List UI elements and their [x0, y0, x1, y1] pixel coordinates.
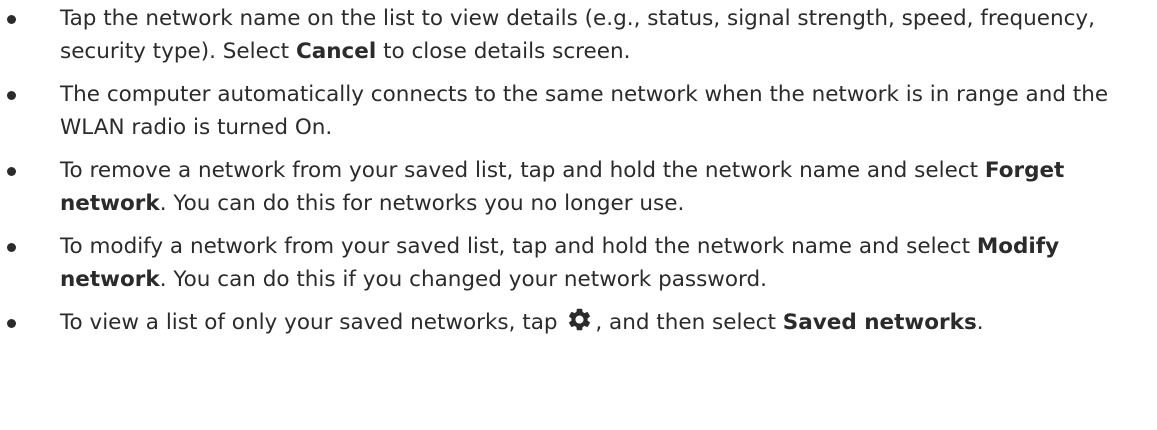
item-text-end: .	[976, 310, 984, 335]
saved-networks-label: Saved networks	[782, 310, 977, 335]
item-text-end: . You can do this if you changed your ne…	[159, 267, 767, 292]
instruction-list: Tap the network name on the list to view…	[0, 2, 1157, 343]
list-item: The computer automatically connects to t…	[0, 78, 1157, 144]
list-item: To modify a network from your saved list…	[0, 230, 1157, 296]
bullet-icon	[7, 243, 16, 252]
item-text: To remove a network from your saved list…	[60, 158, 985, 183]
item-text: To modify a network from your saved list…	[60, 234, 977, 259]
item-text: The computer automatically connects to t…	[60, 82, 1109, 140]
bullet-icon	[7, 91, 16, 100]
list-item: Tap the network name on the list to view…	[0, 2, 1157, 68]
bullet-icon	[7, 319, 16, 328]
item-text-end: . You can do this for networks you no lo…	[159, 191, 685, 216]
item-text: To view a list of only your saved networ…	[60, 310, 565, 335]
bullet-icon	[7, 15, 16, 24]
cancel-label: Cancel	[295, 39, 377, 64]
gear-icon	[566, 306, 593, 343]
item-text-middle: , and then select	[595, 310, 783, 335]
item-text-end: to close details screen.	[376, 39, 631, 64]
list-item: To remove a network from your saved list…	[0, 154, 1157, 220]
bullet-icon	[7, 167, 16, 176]
list-item: To view a list of only your saved networ…	[0, 306, 1157, 343]
